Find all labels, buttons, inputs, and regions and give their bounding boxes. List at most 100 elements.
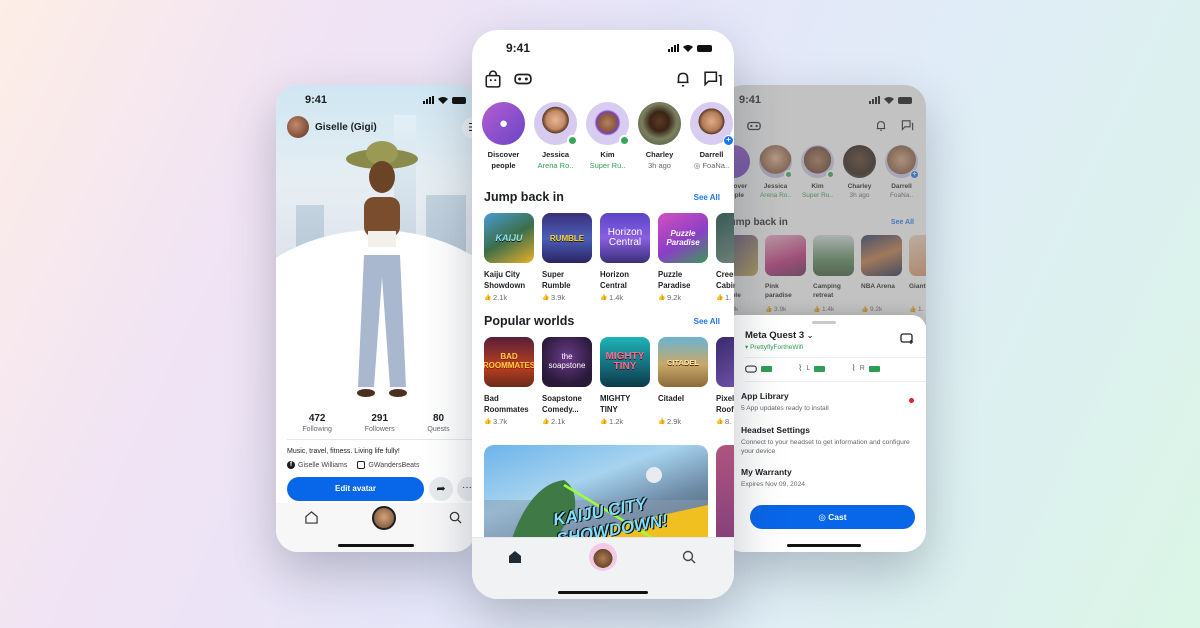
profile-screen: 9:41 Giselle (Gigi) ☰ 472 Following 291 … <box>276 85 476 552</box>
avatar[interactable] <box>589 543 617 571</box>
instagram-link[interactable]: GWandersBeats <box>357 461 420 469</box>
divider <box>745 381 926 382</box>
world-name: Bad Roommates <box>484 394 529 414</box>
story-kim[interactable]: Kim Super Ru.. <box>586 102 630 170</box>
world-likes: 👍 2.1k <box>484 293 534 302</box>
world-thumbnail: Puzzle Paradise <box>658 213 708 263</box>
profile-bio: Music, travel, fitness. Living life full… <box>287 448 400 455</box>
likes-count: 8. <box>725 417 732 426</box>
world-tile[interactable]: the soapstone Soapstone Comedy... 👍 2.1k <box>542 337 592 426</box>
bottom-nav <box>472 537 734 599</box>
world-likes: 👍3.9k <box>542 293 592 302</box>
likes-count: 1. <box>725 293 732 302</box>
status-icons <box>668 44 712 52</box>
likes-count: 1.4k <box>609 293 624 302</box>
story-avatar <box>586 102 630 146</box>
device-selector[interactable]: Meta Quest 3 ⌄ <box>745 330 813 341</box>
facebook-name: Giselle Williams <box>298 461 348 469</box>
thumbs-up-icon: 👍 <box>716 418 724 425</box>
home-icon[interactable] <box>508 550 522 564</box>
right-controller-battery: ⌇ R <box>851 363 880 374</box>
search-icon[interactable] <box>449 511 462 524</box>
status-bar: 9:41 <box>472 36 734 60</box>
world-likes: 👍 8. <box>716 417 734 426</box>
thumbs-up-icon: 👍 <box>600 418 608 425</box>
world-likes: 👍 2.1k <box>542 417 592 426</box>
avatar-figure <box>346 141 418 397</box>
avatar[interactable] <box>372 506 396 530</box>
see-all-link[interactable]: See All <box>694 193 720 202</box>
cast-button[interactable]: ◎ Cast <box>750 505 915 529</box>
story-darrell[interactable]: + Darrell ◎ FoaNa.. <box>690 102 734 170</box>
world-thumbnail: RUMBLE <box>542 213 592 263</box>
home-icon[interactable] <box>305 511 318 524</box>
world-tile[interactable]: Creepy Cabin 👍1. <box>716 213 734 302</box>
stat-label: Following <box>302 426 332 433</box>
world-thumbnail: CITADEL <box>658 337 708 387</box>
wifi-icon <box>683 45 693 52</box>
add-device-icon[interactable] <box>900 333 914 345</box>
world-tile[interactable]: RUMBLE Super Rumble 👍 3.9k <box>542 213 592 302</box>
signal-icon <box>423 96 434 104</box>
divider <box>745 357 926 358</box>
story-discover[interactable]: ● Discover people <box>482 102 525 170</box>
instagram-handle: GWandersBeats <box>368 461 420 469</box>
menu-item-desc: Expires Nov 09, 2024 <box>741 481 805 488</box>
home-indicator <box>338 544 414 547</box>
stat-following[interactable]: 472 Following <box>302 413 332 433</box>
shopping-bag-icon[interactable] <box>484 70 502 88</box>
menu-item-headset-settings[interactable]: Headset Settings Connect to your headset… <box>741 425 914 457</box>
profile-avatar[interactable] <box>287 116 309 138</box>
world-tile[interactable]: Pixel Rooftop 👍8. <box>716 337 734 426</box>
world-thumbnail: MIGHTY TINY <box>600 337 650 387</box>
top-toolbar <box>484 70 722 90</box>
status-time: 9:41 <box>305 94 328 106</box>
bottom-nav <box>276 503 476 552</box>
vr-headset-icon[interactable] <box>514 70 532 88</box>
story-charley[interactable]: Charley 3h ago <box>638 102 681 170</box>
share-icon[interactable]: ➦ <box>429 477 453 501</box>
story-avatar <box>638 102 681 145</box>
facebook-link[interactable]: f Giselle Williams <box>287 461 347 469</box>
battery-row: ⌇ L ⌇ R <box>745 363 880 374</box>
profile-stats: 472 Following 291 Followers 80 Quests <box>276 413 476 433</box>
see-all-link[interactable]: See All <box>694 317 720 326</box>
story-sub: Super Ru.. <box>589 161 626 170</box>
likes-count: 1.2k <box>609 417 624 426</box>
battery-icon <box>452 96 466 104</box>
likes-count: 2.1k <box>551 417 566 426</box>
world-tile[interactable]: KAIJU Kaiju City Showdown 👍 2.1k <box>484 213 534 302</box>
story-sub: people <box>491 161 516 170</box>
messages-icon[interactable] <box>704 70 722 88</box>
controller-label: R <box>859 365 865 372</box>
world-tile[interactable]: Puzzle Paradise Puzzle Paradise 👍 9.2k <box>658 213 708 302</box>
dim-overlay[interactable] <box>722 85 926 325</box>
story-avatar: + <box>690 102 734 146</box>
world-tile[interactable]: CITADEL Citadel 👍 2.9k <box>658 337 708 426</box>
world-likes: 👍 3.7k <box>484 417 534 426</box>
world-name: Pixel Rooftop <box>716 394 734 414</box>
stat-quests[interactable]: 80 Quests <box>427 413 449 433</box>
world-tile[interactable]: MIGHTY TINY MIGHTY TINY 👍 1.2k <box>600 337 650 426</box>
discover-people-icon: ● <box>482 102 525 145</box>
stat-followers[interactable]: 291 Followers <box>365 413 395 433</box>
jump-back-in-tiles: KAIJU Kaiju City Showdown 👍 2.1k RUMBLE S… <box>484 213 734 302</box>
menu-item-app-library[interactable]: App Library 5 App updates ready to insta… <box>741 391 914 413</box>
search-icon[interactable] <box>682 550 696 564</box>
world-name: Soapstone Comedy... <box>542 394 582 414</box>
edit-avatar-button[interactable]: Edit avatar <box>287 477 424 501</box>
menu-item-warranty[interactable]: My Warranty Expires Nov 09, 2024 <box>741 467 914 489</box>
world-tile[interactable]: BAD ROOMMATES Bad Roommates 👍 3.7k <box>484 337 534 426</box>
add-icon[interactable]: + <box>723 135 734 146</box>
menu-item-desc: Connect to your headset to get informati… <box>741 439 910 456</box>
wifi-name: PrettyflyFortheWifi <box>750 344 804 351</box>
sheet-grabber[interactable] <box>812 321 836 324</box>
instagram-icon <box>357 461 366 469</box>
stat-value: 80 <box>432 413 445 424</box>
stat-label: Followers <box>364 426 395 433</box>
notification-dot <box>909 398 914 403</box>
bell-icon[interactable] <box>674 70 692 88</box>
story-jessica[interactable]: Jessica Arena Ro.. <box>534 102 578 170</box>
world-tile[interactable]: Horizon Central Horizon Central 👍 1.4k <box>600 213 650 302</box>
popular-worlds-tiles: BAD ROOMMATES Bad Roommates 👍 3.7k the so… <box>484 337 734 426</box>
